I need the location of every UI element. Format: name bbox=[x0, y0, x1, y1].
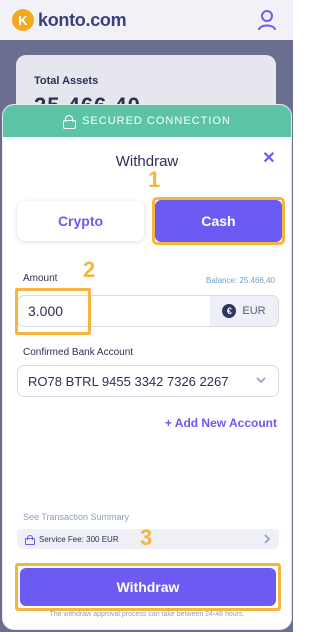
withdraw-type-tabs: Crypto Cash bbox=[17, 197, 285, 245]
lock-icon bbox=[25, 534, 35, 545]
lock-icon bbox=[63, 115, 77, 129]
chevron-right-icon bbox=[264, 534, 271, 544]
withdraw-modal: SECURED CONNECTION Withdraw ✕ 1 Crypto C… bbox=[2, 104, 292, 630]
step-marker-2: 2 bbox=[83, 257, 96, 282]
step-marker-3: 3 bbox=[140, 525, 153, 550]
approval-footnote: The withdraw approval process can take b… bbox=[49, 611, 245, 618]
amount-input-wrap bbox=[18, 296, 210, 326]
euro-icon: € bbox=[222, 304, 237, 318]
withdraw-button-highlight: Withdraw bbox=[15, 563, 281, 611]
secure-label: SECURED CONNECTION bbox=[82, 115, 231, 127]
bank-account-value: RO78 BTRL 9455 3342 7326 2267 bbox=[28, 373, 229, 389]
app-header: K konto.com bbox=[0, 0, 293, 40]
chevron-down-icon bbox=[256, 377, 266, 384]
currency-selector[interactable]: € EUR bbox=[210, 296, 278, 326]
bank-account-label: Confirmed Bank Account bbox=[23, 347, 134, 358]
step-marker-1: 1 bbox=[148, 167, 161, 192]
tab-cash[interactable]: Cash bbox=[155, 200, 282, 242]
modal-title: Withdraw bbox=[115, 153, 179, 170]
tab-cash-highlight: Cash bbox=[152, 197, 285, 245]
logo-badge-icon: K bbox=[12, 9, 34, 31]
amount-input[interactable] bbox=[18, 296, 210, 326]
balance-text: Balance: 25.466,40 bbox=[206, 276, 275, 285]
brand-name: konto.com bbox=[38, 9, 127, 30]
see-transaction-summary-link[interactable]: See Transaction Summary bbox=[23, 512, 129, 522]
tab-crypto[interactable]: Crypto bbox=[17, 201, 144, 241]
add-new-account-link[interactable]: + Add New Account bbox=[165, 416, 277, 430]
amount-label: Amount bbox=[23, 273, 58, 284]
assets-title: Total Assets bbox=[34, 75, 99, 87]
secure-connection-bar: SECURED CONNECTION bbox=[3, 105, 291, 137]
brand-logo[interactable]: K konto.com bbox=[12, 9, 127, 31]
bank-account-select[interactable]: RO78 BTRL 9455 3342 7326 2267 bbox=[17, 365, 279, 397]
close-icon[interactable]: ✕ bbox=[261, 151, 277, 167]
amount-field-group: € EUR bbox=[17, 295, 279, 327]
currency-code: EUR bbox=[242, 305, 266, 317]
user-icon[interactable] bbox=[257, 9, 277, 31]
service-fee-text: Service Fee: 300 EUR bbox=[39, 534, 119, 544]
withdraw-button[interactable]: Withdraw bbox=[20, 568, 276, 606]
